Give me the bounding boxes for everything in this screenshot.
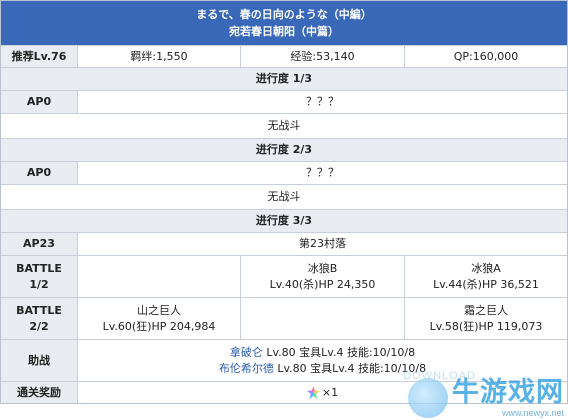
enemy-slot: 冰狼A Lv.44(杀)HP 36,521 <box>404 256 567 297</box>
enemy-stats: Lv.60(狂)HP 204,984 <box>102 319 216 333</box>
ap-label: AP0 <box>1 91 77 113</box>
progress-label: 进行度 3/3 <box>1 210 567 232</box>
enemy-stats: Lv.58(狂)HP 119,073 <box>429 319 543 333</box>
enemy-name: 山之巨人 <box>137 303 181 317</box>
watermark-ghost-text: DOWNLOAD <box>403 370 476 382</box>
battle-label: BATTLE 2/2 <box>1 298 77 339</box>
enemy-slot <box>240 298 404 339</box>
enemy-stats: Lv.40(杀)HP 24,350 <box>269 277 376 291</box>
enemy-stats: Lv.44(杀)HP 36,521 <box>433 277 539 291</box>
ap-value: ？？？ <box>77 162 567 184</box>
support-entry: 布伦希尔德 Lv.80 宝具Lv.4 技能:10/10/8 <box>219 361 426 377</box>
ap-row-2: AP0 ？？？ <box>1 161 567 184</box>
support-servant-link[interactable]: 拿破仑 <box>230 346 263 359</box>
battle-label-line2: 2/2 <box>29 319 49 333</box>
battle-row-1: 无战斗 <box>1 113 567 138</box>
support-details: Lv.80 宝具Lv.4 技能:10/10/8 <box>262 345 416 359</box>
enemy-slot: 冰狼B Lv.40(杀)HP 24,350 <box>240 256 404 297</box>
quest-title: まるで、春の日向のような（中編） 宛若春日朝阳（中篇） <box>1 1 567 45</box>
saint-quartz-icon <box>306 386 320 399</box>
battle-2-row: BATTLE 2/2 山之巨人 Lv.60(狂)HP 204,984 霜之巨人 … <box>1 297 567 339</box>
quest-title-jp: まるで、春の日向のような（中編） <box>196 8 372 21</box>
battle-row-2: 无战斗 <box>1 184 567 209</box>
exp-value: 经验:53,140 <box>240 46 404 67</box>
quest-title-cn: 宛若春日朝阳（中篇） <box>229 25 339 38</box>
recommend-level-label: 推荐Lv.76 <box>1 46 77 67</box>
enemy-name: 冰狼A <box>471 261 501 275</box>
watermark-url: www.newyx.net <box>501 408 564 418</box>
qp-value: QP:160,000 <box>404 46 567 67</box>
ap-label: AP23 <box>1 233 77 255</box>
ap-row-3: AP23 第23村落 <box>1 232 567 255</box>
ap-value: ？？？ <box>77 91 567 113</box>
enemy-name: 霜之巨人 <box>464 303 508 317</box>
progress-label: 进行度 2/3 <box>1 139 567 161</box>
support-row: 助战 拿破仑 Lv.80 宝具Lv.4 技能:10/10/8 布伦希尔德 Lv.… <box>1 339 567 381</box>
reward-count: ×1 <box>321 385 339 399</box>
enemy-slot: 霜之巨人 Lv.58(狂)HP 119,073 <box>404 298 567 339</box>
enemy-slot <box>77 256 240 297</box>
progress-header-2: 进行度 2/3 <box>1 138 567 161</box>
battle-label-line1: BATTLE <box>16 303 62 317</box>
battle-label-line2: 1/2 <box>29 277 49 291</box>
bond-value: 羁绊:1,550 <box>77 46 240 67</box>
battle-1-row: BATTLE 1/2 冰狼B Lv.40(杀)HP 24,350 冰狼A Lv.… <box>1 255 567 297</box>
no-battle-text: 无战斗 <box>267 190 301 203</box>
info-row: 推荐Lv.76 羁绊:1,550 经验:53,140 QP:160,000 <box>1 45 567 67</box>
support-entry: 拿破仑 Lv.80 宝具Lv.4 技能:10/10/8 <box>230 345 415 361</box>
reward-row: 通关奖励 ×1 <box>1 381 567 403</box>
enemy-name: 冰狼B <box>307 261 338 275</box>
no-battle-text: 无战斗 <box>267 119 301 132</box>
ap-value: 第23村落 <box>77 233 567 255</box>
battle-label: BATTLE 1/2 <box>1 256 77 297</box>
support-list: 拿破仑 Lv.80 宝具Lv.4 技能:10/10/8 布伦希尔德 Lv.80 … <box>77 340 567 381</box>
enemy-slot: 山之巨人 Lv.60(狂)HP 204,984 <box>77 298 240 339</box>
progress-header-3: 进行度 3/3 <box>1 209 567 232</box>
progress-header-1: 进行度 1/3 <box>1 67 567 90</box>
support-label: 助战 <box>1 340 77 381</box>
ap-row-1: AP0 ？？？ <box>1 90 567 113</box>
ap-label: AP0 <box>1 162 77 184</box>
reward-value: ×1 <box>77 382 567 403</box>
reward-label: 通关奖励 <box>1 382 77 403</box>
progress-label: 进行度 1/3 <box>1 68 567 90</box>
support-servant-link[interactable]: 布伦希尔德 <box>219 362 274 375</box>
quest-table: まるで、春の日向のような（中編） 宛若春日朝阳（中篇） 推荐Lv.76 羁绊:1… <box>0 0 568 404</box>
title-row: まるで、春の日向のような（中編） 宛若春日朝阳（中篇） <box>1 1 567 45</box>
battle-label-line1: BATTLE <box>16 261 62 275</box>
